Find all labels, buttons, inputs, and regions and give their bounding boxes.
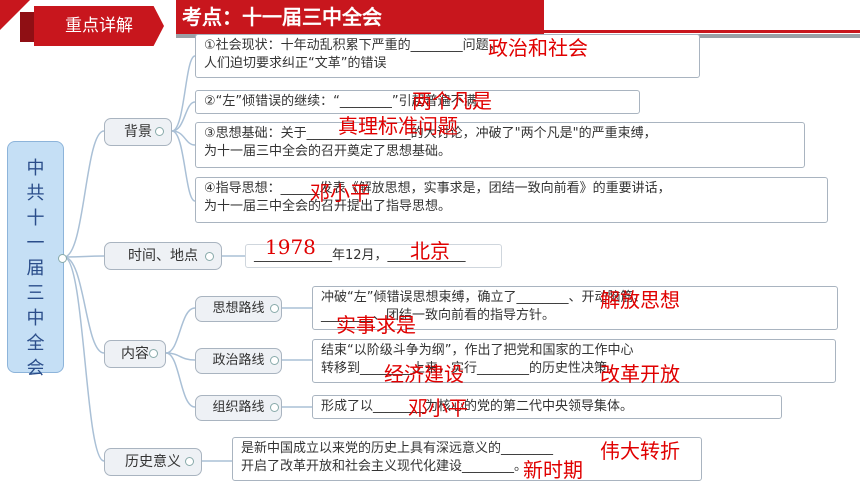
leaf-text: ①社会现状：十年动乱积累下严重的________问题， [204,38,502,53]
collapse-dot[interactable] [155,127,164,136]
answer-year: 1978 [265,235,316,259]
leaf-social-status: ①社会现状：十年动乱积累下严重的________问题， 人们迫切要求纠正“文革”… [195,34,700,78]
sub-label: 组织路线 [212,400,265,415]
answer-deng-1: 邓小平 [310,181,370,205]
collapse-dot[interactable] [205,252,214,261]
root-char: 会 [26,358,45,379]
sub-label: 思想路线 [212,301,265,316]
collapse-dot[interactable] [185,457,194,466]
collapse-dot[interactable] [270,356,279,365]
sub-label: 政治路线 [212,353,265,368]
leaf-text: ③思想基础：关于________________的大讨论，冲破了"两个凡是"的严… [204,126,657,141]
answer-seek-truth: 实事求是 [336,313,416,337]
answer-truth-criterion: 真理标准问题 [338,114,458,138]
leaf-organizational-line: 形成了以________为核心的党的第二代中央领导集体。 [312,395,782,419]
answer-emancipate-mind: 解放思想 [600,288,680,312]
leaf-text: 为十一届三中全会的召开提出了指导思想。 [204,199,452,214]
leaf-text: 为十一届三中全会的召开奠定了思想基础。 [204,144,452,159]
leaf-guiding-thought: ④指导思想：______发表《解放思想，实事求是，团结一致向前看》的重要讲话， … [195,177,828,223]
leaf-text: ④指导思想：______发表《解放思想，实事求是，团结一致向前看》的重要讲话， [204,181,671,196]
sub-ideological-line[interactable]: 思想路线 [195,296,282,322]
answer-economic-construction: 经济建设 [384,362,464,386]
answer-new-era: 新时期 [523,458,583,482]
sub-organizational-line[interactable]: 组织路线 [195,395,282,421]
branch-label: 内容 [121,346,149,362]
branch-label: 时间、地点 [128,248,198,264]
root-char: 中 [26,308,45,329]
answer-great-turn: 伟大转折 [600,439,680,463]
leaf-text: 人们迫切要求纠正“文革”的错误 [204,56,387,71]
branch-label: 历史意义 [125,454,181,470]
collapse-dot[interactable] [149,349,158,358]
collapse-dot[interactable] [58,254,67,263]
sub-political-line[interactable]: 政治路线 [195,348,282,374]
branch-label: 背景 [124,124,152,140]
root-char: 全 [26,333,45,354]
leaf-text: 冲破“左”倾错误思想束缚，确立了________、开动脑筋、 [321,290,647,305]
collapse-dot[interactable] [270,403,279,412]
answer-reform-opening: 改革开放 [600,362,680,386]
root-char: 共 [26,183,45,204]
leaf-text: 形成了以________为核心的党的第二代中央领导集体。 [321,399,634,414]
collapse-dot[interactable] [270,304,279,313]
root-char: 一 [26,233,45,254]
answer-deng-2: 邓小平 [408,396,468,420]
answer-beijing: 北京 [410,239,450,263]
root-char: 届 [26,258,45,279]
leaf-ideological-basis: ③思想基础：关于________________的大讨论，冲破了"两个凡是"的严… [195,122,805,168]
root-char: 三 [26,283,45,304]
root-node: 中 共 十 一 届 三 中 全 会 [7,141,67,379]
root-char: 中 [26,158,45,179]
root-char: 十 [26,208,45,229]
answer-political-social: 政治和社会 [488,36,588,60]
